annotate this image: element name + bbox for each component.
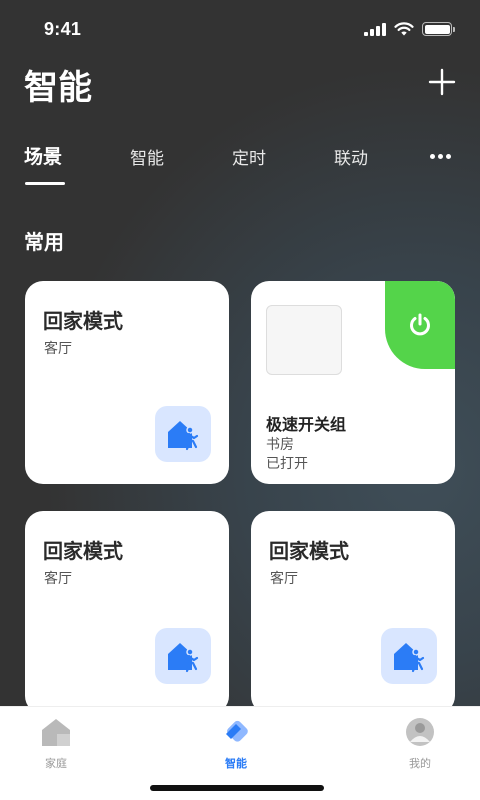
signal-icon [364,22,386,36]
status-icons [364,22,455,36]
page-title: 智能 [24,68,92,108]
home-walk-icon [155,628,211,684]
home-walk-icon [381,628,437,684]
nav-profile-label: 我的 [409,757,431,770]
home-indicator[interactable] [150,785,324,791]
battery-icon [422,22,455,36]
section-title: 常用 [24,230,64,254]
power-toggle-button[interactable] [385,281,455,369]
home-walk-icon [155,406,211,462]
tab-smart[interactable]: 智能 [130,144,164,169]
scene-title: 回家模式 [43,539,123,563]
scene-room: 客厅 [44,571,72,587]
house-icon [42,719,70,746]
scene-title: 回家模式 [43,309,123,333]
tab-bar: 场景 智能 定时 联动 [0,140,480,190]
switch-group-state: 已打开 [266,456,308,472]
wifi-icon [394,22,414,36]
scene-room: 客厅 [44,341,72,357]
more-dot [430,154,435,159]
scene-card[interactable]: 回家模式 客厅 [25,281,229,484]
scene-title: 回家模式 [269,539,349,563]
nav-profile[interactable]: 我的 [370,707,470,777]
status-bar: 9:41 [0,0,480,60]
tab-timer[interactable]: 定时 [232,144,266,169]
nav-smart-label: 智能 [225,757,247,770]
scene-room: 客厅 [270,571,298,587]
switch-plate-image [266,305,342,375]
status-time: 9:41 [44,19,82,39]
add-button[interactable] [426,66,458,98]
bottom-nav: 家庭 智能 我的 [0,706,480,800]
plus-icon [428,68,456,96]
smart-icon [226,720,248,742]
switch-group-title: 极速开关组 [266,415,347,434]
tab-scenes[interactable]: 场景 [24,142,62,169]
more-button[interactable] [430,154,451,159]
scene-card[interactable]: 回家模式 客厅 [25,511,229,714]
power-icon [410,313,430,336]
switch-group-card[interactable]: 极速开关组 书房 已打开 [251,281,455,484]
active-tab-indicator [25,182,65,185]
profile-icon [406,718,434,746]
scene-card[interactable]: 回家模式 客厅 [251,511,455,714]
nav-smart[interactable]: 智能 [186,707,286,777]
nav-home[interactable]: 家庭 [6,707,106,777]
more-dot [438,154,443,159]
more-dot [446,154,451,159]
tab-linkage[interactable]: 联动 [334,144,368,169]
switch-group-room: 书房 [266,437,294,453]
nav-home-label: 家庭 [45,757,67,770]
